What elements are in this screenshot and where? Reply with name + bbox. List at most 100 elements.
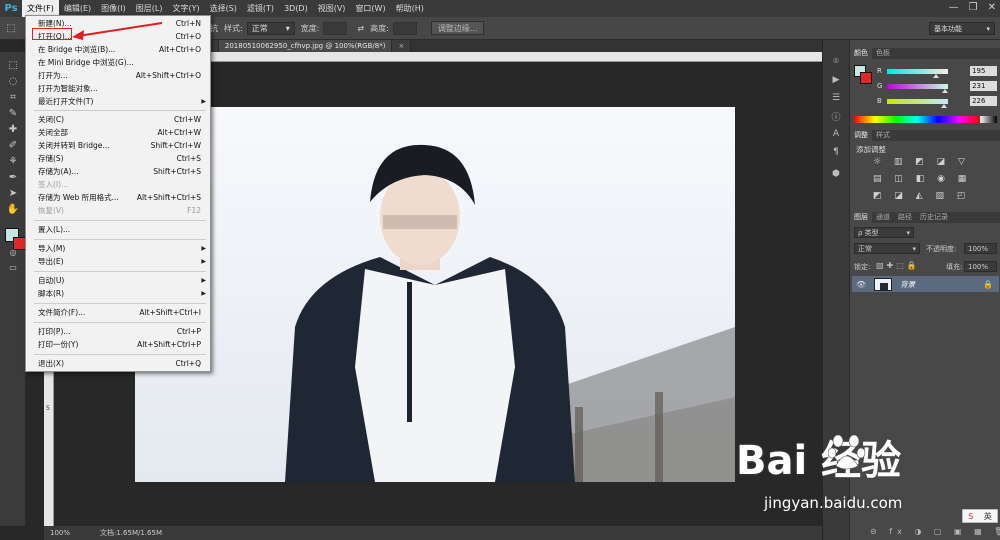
doc-size[interactable]: 文档:1.65M/1.65M [100, 528, 162, 538]
blue-slider-thumb[interactable] [940, 103, 947, 108]
tab-layers[interactable]: 图层 [850, 212, 872, 223]
close-icon[interactable]: ✕ [988, 2, 996, 13]
quick-mask-icon[interactable]: ◎ [5, 245, 21, 259]
history-icon[interactable]: ⌾ [829, 56, 843, 68]
height-input[interactable] [392, 21, 417, 35]
menu-item-import[interactable]: 导入(M) ▶ [26, 242, 210, 255]
lasso-tool-icon[interactable]: ◌ [5, 74, 21, 88]
workspace-select[interactable]: 基本功能 ▾ [929, 22, 995, 35]
red-value[interactable]: 195 [970, 66, 997, 76]
blue-value[interactable]: 226 [970, 96, 997, 106]
clone-stamp-icon[interactable]: ⚘ [5, 154, 21, 168]
adjustment-icons-row3[interactable]: ◩ ◪ ◭ ▨ ◰ [873, 191, 970, 201]
panel-bg-swatch[interactable] [860, 72, 872, 84]
menu-help[interactable]: 帮助(H) [391, 0, 429, 17]
eyedropper-tool-icon[interactable]: ✎ [5, 106, 21, 120]
brush-tool-icon[interactable]: ✐ [5, 138, 21, 152]
menu-item-close-go-bridge[interactable]: 关闭并转到 Bridge... Shift+Ctrl+W [26, 139, 210, 152]
crop-tool-icon[interactable]: ⌗ [5, 90, 21, 104]
adjustment-icons-row1[interactable]: ☼ ▥ ◩ ◪ ▽ [873, 157, 970, 167]
green-slider[interactable] [886, 83, 949, 93]
menu-item-export[interactable]: 导出(E) ▶ [26, 255, 210, 268]
info-icon[interactable]: ⓘ [829, 110, 843, 123]
restore-icon[interactable]: ❐ [969, 2, 978, 13]
layer-filter-select[interactable]: ρ 类型 ▾ [854, 227, 914, 238]
marquee-tool-icon[interactable]: ⬚ [5, 58, 21, 72]
document-photo[interactable] [135, 107, 735, 482]
zoom-level[interactable]: 100% [50, 529, 70, 537]
menu-item-shortcut: F12 [187, 206, 201, 215]
tab-color[interactable]: 颜色 [850, 48, 872, 59]
hand-tool-icon[interactable]: ✋ [5, 202, 21, 216]
menu-item-file-info[interactable]: 文件简介(F)... Alt+Shift+Ctrl+I [26, 306, 210, 319]
portrait-photo [135, 107, 735, 482]
blend-mode-select[interactable]: 正常 ▾ [854, 243, 920, 254]
menu-filter[interactable]: 滤镜(T) [242, 0, 279, 17]
fill-input[interactable]: 100% [964, 261, 997, 272]
green-value[interactable]: 231 [970, 81, 997, 91]
pen-tool-icon[interactable]: ✒ [5, 170, 21, 184]
menu-item-automate[interactable]: 自动(U) ▶ [26, 274, 210, 287]
tab-close[interactable]: × [392, 40, 412, 52]
tab-document[interactable]: 20180510062950_cfhvp.jpg @ 100%(RGB/8*) [218, 40, 393, 52]
style-label: 样式: [224, 23, 243, 33]
layers-bottom-icons[interactable]: ⊝ fx ◑ ▢ ▣ ▦ 🗑 [870, 527, 1000, 536]
red-slider-thumb[interactable] [932, 73, 939, 78]
path-select-icon[interactable]: ➤ [5, 186, 21, 200]
tab-channels[interactable]: 通道 [872, 212, 894, 223]
menu-item-place[interactable]: 置入(L)... [26, 223, 210, 236]
tab-swatches[interactable]: 色板 [872, 48, 894, 59]
green-slider-thumb[interactable] [941, 88, 948, 93]
style-select[interactable]: 正常 ▾ [246, 21, 295, 35]
ime-indicator[interactable]: S 英 [962, 509, 998, 523]
menu-item-close[interactable]: 关闭(C) Ctrl+W [26, 113, 210, 126]
color-spectrum[interactable] [854, 116, 980, 123]
adjustment-icons-row2[interactable]: ▤ ◫ ◧ ◉ ▦ [873, 174, 971, 184]
red-slider[interactable] [886, 68, 949, 78]
tab-paths[interactable]: 路径 [894, 212, 916, 223]
tab-styles[interactable]: 样式 [872, 130, 894, 141]
menu-item-open-as[interactable]: 打开为... Alt+Shift+Ctrl+O [26, 69, 210, 82]
menu-item-open-smart-object[interactable]: 打开为智能对象... [26, 82, 210, 95]
menu-item-scripts[interactable]: 脚本(R) ▶ [26, 287, 210, 300]
menu-item-browse-mini-bridge[interactable]: 在 Mini Bridge 中浏览(G)... [26, 56, 210, 69]
tab-adjustments[interactable]: 调整 [850, 130, 872, 141]
menu-item-save[interactable]: 存储(S) Ctrl+S [26, 152, 210, 165]
tab-history[interactable]: 历史记录 [916, 212, 952, 223]
menu-item-save-as[interactable]: 存储为(A)... Shift+Ctrl+S [26, 165, 210, 178]
menu-item-browse-bridge[interactable]: 在 Bridge 中浏览(B)... Alt+Ctrl+O [26, 43, 210, 56]
menu-view[interactable]: 视图(V) [313, 0, 351, 17]
chevron-down-icon: ▾ [912, 244, 916, 253]
layer-row-background[interactable]: 👁 背景 🔒 [852, 276, 999, 292]
ime-language: 英 [983, 511, 992, 521]
menu-window[interactable]: 窗口(W) [350, 0, 390, 17]
red-slider-row: R 195 [877, 66, 997, 78]
color-spectrum-bw[interactable] [980, 116, 997, 123]
marquee-preset-icon[interactable]: ⬚ [0, 23, 22, 34]
menu-item-close-all[interactable]: 关闭全部 Alt+Ctrl+W [26, 126, 210, 139]
menu-item-print[interactable]: 打印(P)... Ctrl+P [26, 325, 210, 338]
layer-name[interactable]: 背景 [900, 279, 915, 290]
menu-item-exit[interactable]: 退出(X) Ctrl+Q [26, 357, 210, 370]
refine-edge-button[interactable]: 调整边缘... [430, 21, 485, 35]
minimize-icon[interactable]: — [949, 2, 959, 13]
menu-item-print-one-copy[interactable]: 打印一份(Y) Alt+Shift+Ctrl+P [26, 338, 210, 351]
screen-mode-icon[interactable]: ▭ [5, 260, 21, 274]
menu-3d[interactable]: 3D(D) [279, 0, 313, 17]
healing-brush-icon[interactable]: ✚ [5, 122, 21, 136]
width-input[interactable] [323, 21, 348, 35]
properties-icon[interactable]: ☰ [829, 92, 843, 104]
menu-item-save-for-web[interactable]: 存储为 Web 所用格式... Alt+Shift+Ctrl+S [26, 191, 210, 204]
menu-item-shortcut: Alt+Shift+Ctrl+I [139, 308, 201, 317]
color-panel-tabs: 颜色 色板 [850, 48, 1000, 59]
menu-item-recent-files[interactable]: 最近打开文件(T) ▶ [26, 95, 210, 108]
3d-icon[interactable]: ⬢ [829, 168, 843, 180]
opacity-input[interactable]: 100% [964, 243, 997, 254]
lock-icons[interactable]: ▨✚⬚🔒 [876, 261, 920, 270]
character-icon[interactable]: A [829, 128, 843, 140]
paragraph-icon[interactable]: ¶ [829, 146, 843, 158]
eye-icon[interactable]: 👁 [856, 280, 866, 289]
blue-slider[interactable] [886, 98, 949, 108]
swap-icon[interactable]: ⇄ [357, 24, 364, 33]
actions-icon[interactable]: ▶ [829, 74, 843, 86]
